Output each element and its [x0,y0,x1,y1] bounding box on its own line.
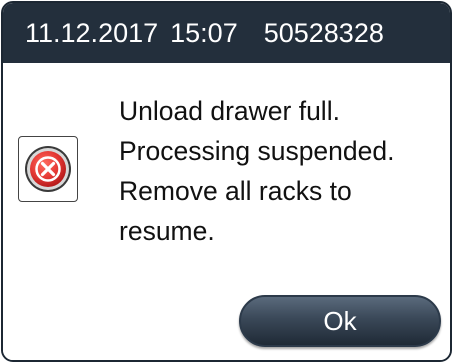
ok-button[interactable]: Ok [239,295,441,347]
header-message-id: 50528328 [263,17,384,48]
message-line: Processing suspended. [119,136,395,166]
message-line: Unload drawer full. [119,96,340,126]
dialog-body: Unload drawer full. Processing suspended… [3,63,450,360]
message-line: Remove all racks to [119,176,352,206]
message-line: resume. [119,216,215,246]
dialog-header: 11.12.2017 15:07 50528328 [3,3,450,63]
message-dialog: 11.12.2017 15:07 50528328 Unload drawer … [1,1,452,362]
dialog-message: Unload drawer full. Processing suspended… [119,91,394,251]
error-icon-frame [18,136,78,202]
header-time: 15:07 [170,17,238,48]
error-x-icon [25,146,71,192]
header-date: 11.12.2017 [25,17,159,48]
